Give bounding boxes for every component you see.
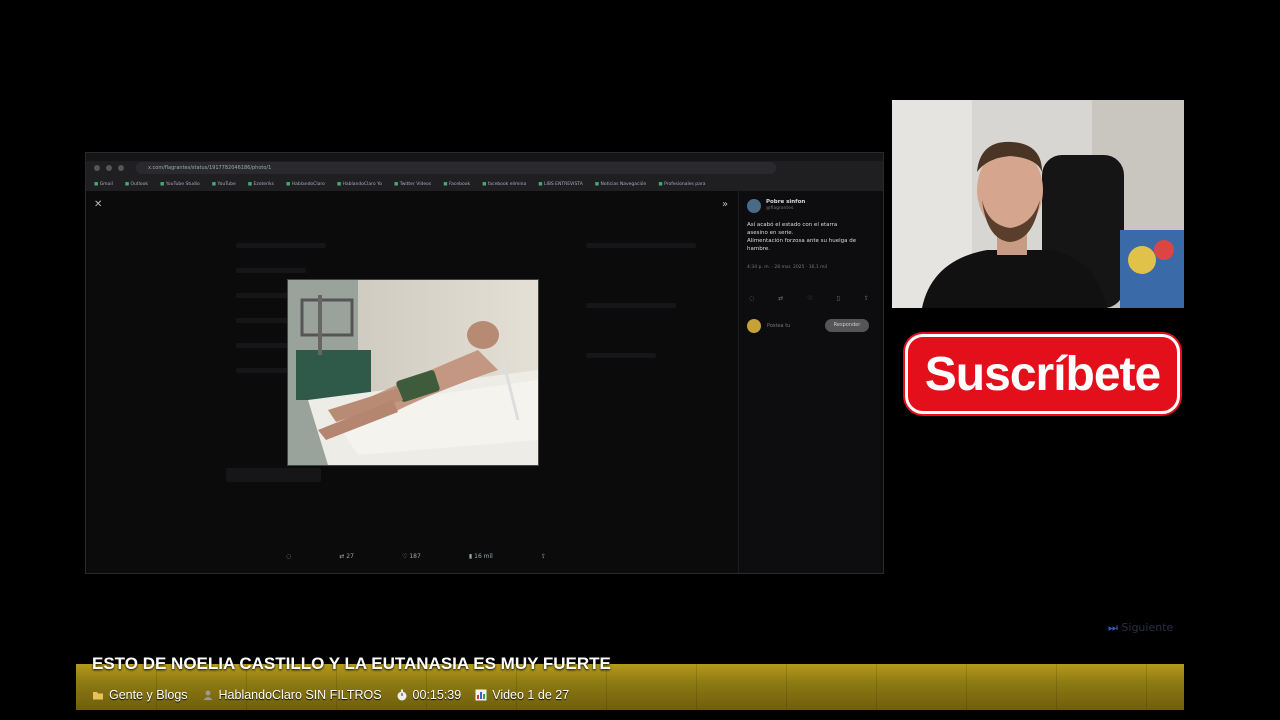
like-icon[interactable]: ♡ xyxy=(807,295,812,302)
reply-action[interactable]: ◌ xyxy=(286,553,291,560)
bookmark-item: Ezoteriks xyxy=(248,182,274,187)
reload-icon xyxy=(118,165,124,171)
bookmark-item: HablandoClaro Yo xyxy=(337,182,382,187)
tweet-author-handle: @flagrantes xyxy=(766,206,794,211)
bookmark-item: Outlook xyxy=(125,182,149,187)
subscribe-button[interactable]: Suscríbete xyxy=(905,334,1180,414)
channel-item[interactable]: HablandoClaro SIN FILTROS xyxy=(202,688,382,702)
duration-item: 00:15:39 xyxy=(396,688,462,702)
tweet-photo xyxy=(287,279,539,466)
person-icon xyxy=(203,690,213,700)
bookmark-item: Facebook xyxy=(443,182,470,187)
bookmark-item: LIBS ENTREVISTA xyxy=(538,182,583,187)
bookmark-item: Profesionales para xyxy=(658,182,705,187)
bookmark-item: YouTube Studio xyxy=(160,182,200,187)
position-item: Video 1 de 27 xyxy=(475,688,569,702)
tweet-author-name: Pobre sinfon xyxy=(766,199,806,205)
video-title: ESTO DE NOELIA CASTILLO Y LA EUTANASIA E… xyxy=(92,654,611,673)
avatar xyxy=(747,319,761,333)
avatar xyxy=(747,199,761,213)
address-bar: x.com/flagrantes/status/1917782046186/ph… xyxy=(136,162,776,174)
reply-button[interactable]: Responder xyxy=(825,319,869,332)
bookmark-icon[interactable]: ▯ xyxy=(837,295,840,302)
like-action[interactable]: ♡ 187 xyxy=(402,553,421,560)
channel-label: HablandoClaro SIN FILTROS xyxy=(218,688,382,702)
bookmark-item: Twitter Vídeos xyxy=(394,182,432,187)
tweet-text-line: asesino en serie. xyxy=(747,230,794,236)
bookmark-item: Noticias Navegación xyxy=(595,182,646,187)
chart-icon xyxy=(475,689,487,701)
category-item[interactable]: Gente y Blogs xyxy=(92,688,188,702)
duration-label: 00:15:39 xyxy=(412,688,462,702)
folder-icon xyxy=(93,692,103,700)
reply-input[interactable]: Postea tu xyxy=(767,323,790,329)
position-label: Video 1 de 27 xyxy=(492,688,570,702)
bookmark-item: YouTube xyxy=(212,182,235,187)
share-icon[interactable]: ⇪ xyxy=(864,295,869,302)
tweet-text-line: hambre. xyxy=(747,246,770,252)
tweet-icons: ◌ ⇄ ♡ ▯ ⇪ xyxy=(749,295,869,302)
views-action[interactable]: ▮ 16 mil xyxy=(469,553,493,560)
tweet-actions-bar: ◌ ⇄ 27 ♡ 187 ▮ 16 mil ⇪ xyxy=(286,553,546,560)
share-icon[interactable]: ⇪ xyxy=(541,553,546,560)
expand-icon: » xyxy=(722,199,729,210)
bookmarks-bar: Gmail Outlook YouTube Studio YouTube Ezo… xyxy=(86,179,883,190)
next-video-link[interactable]: ⏭ Siguiente xyxy=(1108,621,1173,635)
webcam-feed xyxy=(892,100,1184,308)
back-icon xyxy=(94,165,100,171)
tab-strip xyxy=(86,153,883,161)
bookmark-item: Gmail xyxy=(94,182,113,187)
tweet-text-line: Así acabó el estado con el etarra xyxy=(747,222,838,228)
bookmark-item: HablandoClaro xyxy=(286,182,325,187)
close-icon: ✕ xyxy=(94,199,103,210)
screen-capture: x.com/flagrantes/status/1917782046186/ph… xyxy=(85,152,884,574)
next-label: Siguiente xyxy=(1121,621,1174,634)
retweet-action[interactable]: ⇄ 27 xyxy=(339,553,354,560)
retweet-icon[interactable]: ⇄ xyxy=(778,295,783,302)
next-icon: ⏭ xyxy=(1108,621,1118,634)
tweet-text: Así acabó el estado con el etarra asesin… xyxy=(747,221,877,253)
tweet-text-line: Alimentación forzosa ante su huelga de xyxy=(747,238,857,244)
category-label: Gente y Blogs xyxy=(109,688,188,702)
forward-icon xyxy=(106,165,112,171)
stopwatch-icon xyxy=(397,689,407,701)
bookmark-item: facebook elimina xyxy=(482,182,527,187)
browser-chrome: x.com/flagrantes/status/1917782046186/ph… xyxy=(86,153,883,191)
tweet-meta: 4:34 p. m. · 28 mar. 2025 · 16,1 mil xyxy=(747,265,828,270)
reply-icon[interactable]: ◌ xyxy=(749,295,754,302)
video-meta-row: Gente y Blogs HablandoClaro SIN FILTROS … xyxy=(92,688,569,702)
tweet-panel: Pobre sinfon @flagrantes Así acabó el es… xyxy=(738,191,883,573)
